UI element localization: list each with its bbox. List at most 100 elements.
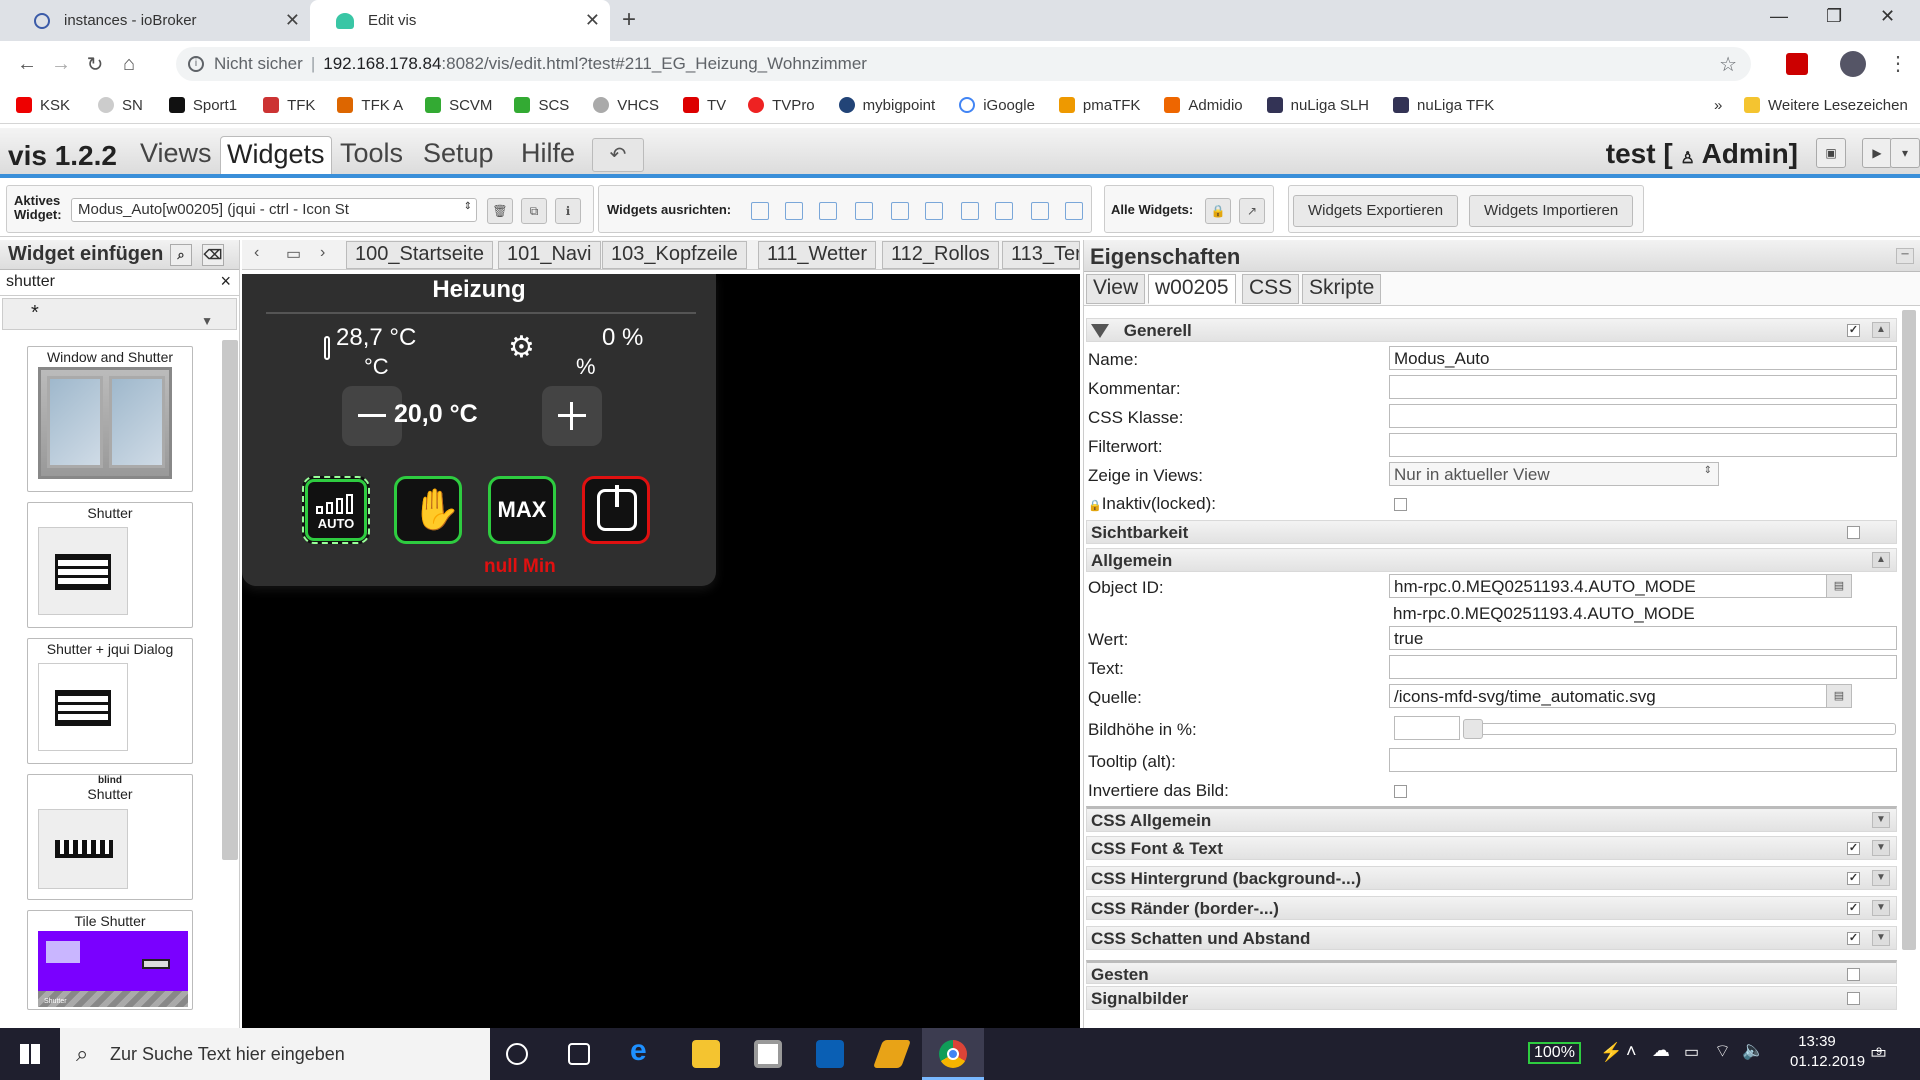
bookmark-mybigpoint[interactable]: mybigpoint [838, 97, 935, 114]
close-icon[interactable]: ✕ [285, 10, 300, 31]
maximize-icon[interactable]: ❐ [1826, 6, 1842, 27]
chevron-up-icon[interactable]: ▲ [1872, 322, 1890, 338]
section-css-raender[interactable]: CSS Ränder (border-...) ✓ ▼ [1086, 896, 1897, 920]
section-css-allgemein[interactable]: CSS Allgemein ▼ [1086, 806, 1897, 832]
align-left-icon[interactable] [751, 202, 769, 220]
css-class-input[interactable] [1389, 404, 1897, 428]
battery-indicator[interactable]: 100% [1528, 1042, 1581, 1064]
bookmark-tv[interactable]: TV [682, 97, 726, 114]
tab-101-navi[interactable]: 101_Navi [498, 241, 601, 269]
info-icon[interactable]: i [188, 56, 204, 72]
section-checkbox[interactable] [1847, 526, 1860, 539]
save-icon[interactable]: ▣ [1816, 138, 1846, 168]
url-field[interactable]: i Nicht sicher | 192.168.178.84 :8082/vi… [176, 47, 1751, 81]
widget-window-and-shutter[interactable]: Window and Shutter [27, 346, 193, 492]
menu-setup[interactable]: Setup [417, 136, 500, 174]
section-css-schatten[interactable]: CSS Schatten und Abstand ✓ ▼ [1086, 926, 1897, 950]
tab-w00205[interactable]: w00205 [1148, 274, 1236, 304]
chevron-up-icon[interactable]: ▲ [1872, 552, 1890, 568]
mode-manual-button[interactable]: ✋ [394, 476, 462, 544]
cortana-icon[interactable] [506, 1043, 528, 1065]
image-height-input[interactable] [1394, 716, 1460, 740]
section-signalbilder[interactable]: Signalbilder [1086, 986, 1897, 1010]
menu-widgets[interactable]: Widgets [220, 136, 332, 174]
chevron-down-icon[interactable]: ▼ [1872, 930, 1890, 946]
edge-icon[interactable]: e [630, 1034, 658, 1067]
bookmark-igoogle[interactable]: iGoogle [959, 97, 1035, 114]
reload-icon[interactable]: ↻ [78, 52, 112, 77]
chevron-down-icon[interactable]: ▼ [1872, 870, 1890, 886]
distribute-h-icon[interactable] [961, 202, 979, 220]
app-icon[interactable] [872, 1040, 912, 1068]
locked-checkbox[interactable] [1394, 498, 1407, 511]
comment-input[interactable] [1389, 375, 1897, 399]
tooltip-input[interactable] [1389, 748, 1897, 772]
star-icon[interactable]: ☆ [1719, 52, 1737, 77]
import-widgets-button[interactable]: Widgets Importieren [1469, 195, 1634, 227]
run-dropdown-icon[interactable]: ▾ [1890, 138, 1920, 168]
chevron-left-icon[interactable]: ‹ [254, 244, 259, 262]
chevron-right-icon[interactable]: › [320, 244, 325, 262]
view-canvas[interactable]: Heizung 28,7 °C °C ⚙ 0 % % 20,0 °C AUTO … [242, 274, 1080, 1028]
chevron-down-icon[interactable]: ▼ [1872, 812, 1890, 828]
menu-views[interactable]: Views [134, 136, 218, 174]
wifi-icon[interactable]: ⌔ [1714, 1040, 1731, 1063]
other-bookmarks[interactable]: Weitere Lesezeichen [1744, 97, 1908, 114]
decrease-setpoint-button[interactable] [342, 386, 402, 446]
show-in-views-select[interactable]: Nur in aktueller View ⇕ [1389, 462, 1719, 486]
chevron-up-icon[interactable]: ˄ [1626, 1041, 1637, 1062]
taskbar-search-input[interactable]: ⌕ Zur Suche Text hier eingeben [60, 1028, 490, 1080]
tab-112-rollos[interactable]: 112_Rollos [882, 241, 999, 269]
active-widget-select[interactable]: Modus_Auto[w00205] (jqui - ctrl - Icon S… [71, 198, 477, 222]
bookmark-nuliga-tfk[interactable]: nuLiga TFK [1393, 97, 1494, 114]
browser-tab-edit-vis[interactable]: Edit vis ✕ [310, 0, 610, 41]
clear-search-icon[interactable]: × [220, 271, 231, 292]
tab-css[interactable]: CSS [1242, 274, 1300, 304]
align-top-icon[interactable] [819, 202, 837, 220]
chevron-down-icon[interactable]: ▼ [1872, 900, 1890, 916]
volume-icon[interactable]: 🔈 [1742, 1040, 1764, 1061]
invert-image-checkbox[interactable] [1394, 785, 1407, 798]
bookmark-tfk-a[interactable]: TFK A [337, 97, 403, 114]
section-allgemein[interactable]: Allgemein ▲ [1086, 548, 1897, 572]
widget-shutter-jqui-dialog[interactable]: Shutter + jqui Dialog [27, 638, 193, 764]
file-explorer-icon[interactable] [692, 1040, 720, 1068]
menu-hilfe[interactable]: Hilfe [515, 136, 581, 174]
home-icon[interactable]: ⌂ [112, 53, 146, 76]
task-view-icon[interactable] [568, 1043, 590, 1065]
menu-tools[interactable]: Tools [334, 136, 409, 174]
notifications-icon[interactable]: ▭ 9 [1870, 1042, 1887, 1063]
info-icon[interactable]: ℹ [555, 198, 581, 224]
section-checkbox[interactable]: ✓ [1847, 932, 1860, 945]
object-id-input[interactable]: hm-rpc.0.MEQ0251193.4.AUTO_MODE [1389, 574, 1834, 598]
widget-tile-shutter[interactable]: Tile Shutter Shutter [27, 910, 193, 1010]
new-tab-button[interactable]: + [622, 6, 636, 34]
distribute-v-icon[interactable] [995, 202, 1013, 220]
bookmark-tfk[interactable]: TFK [263, 97, 315, 114]
tab-list-icon[interactable]: ▭ [286, 244, 301, 264]
forward-icon[interactable]: → [44, 53, 78, 76]
tab-113[interactable]: 113_Ter [1002, 241, 1080, 269]
tab-view[interactable]: View [1086, 274, 1146, 304]
same-height-icon[interactable] [1065, 202, 1083, 220]
heating-widget[interactable]: Heizung 28,7 °C °C ⚙ 0 % % 20,0 °C AUTO … [242, 274, 716, 586]
browser-tab-iobroker[interactable]: instances - ioBroker ✕ [8, 0, 310, 41]
align-bottom-icon[interactable] [855, 202, 873, 220]
tab-100-startseite[interactable]: 100_Startseite [346, 241, 493, 269]
plug-icon[interactable]: ⚡ [1600, 1042, 1622, 1063]
bookmark-sport1[interactable]: Sport1 [168, 97, 237, 114]
collapse-icon[interactable]: ─ [1896, 248, 1914, 264]
section-checkbox[interactable]: ✓ [1847, 324, 1860, 337]
same-width-icon[interactable] [1031, 202, 1049, 220]
copy-icon[interactable]: ⧉ [521, 198, 547, 224]
chevron-down-icon[interactable]: ▼ [1872, 840, 1890, 856]
bookmark-ksk[interactable]: KSK [16, 97, 70, 114]
widget-blind-shutter[interactable]: blind Shutter [27, 774, 193, 900]
section-checkbox[interactable] [1847, 992, 1860, 1005]
widget-search-input[interactable]: shutter × [0, 270, 239, 296]
delete-icon[interactable]: 🗑 [487, 198, 513, 224]
increase-setpoint-button[interactable] [542, 386, 602, 446]
align-right-icon[interactable] [785, 202, 803, 220]
tab-skripte[interactable]: Skripte [1302, 274, 1382, 304]
tab-111-wetter[interactable]: 111_Wetter [758, 241, 877, 269]
